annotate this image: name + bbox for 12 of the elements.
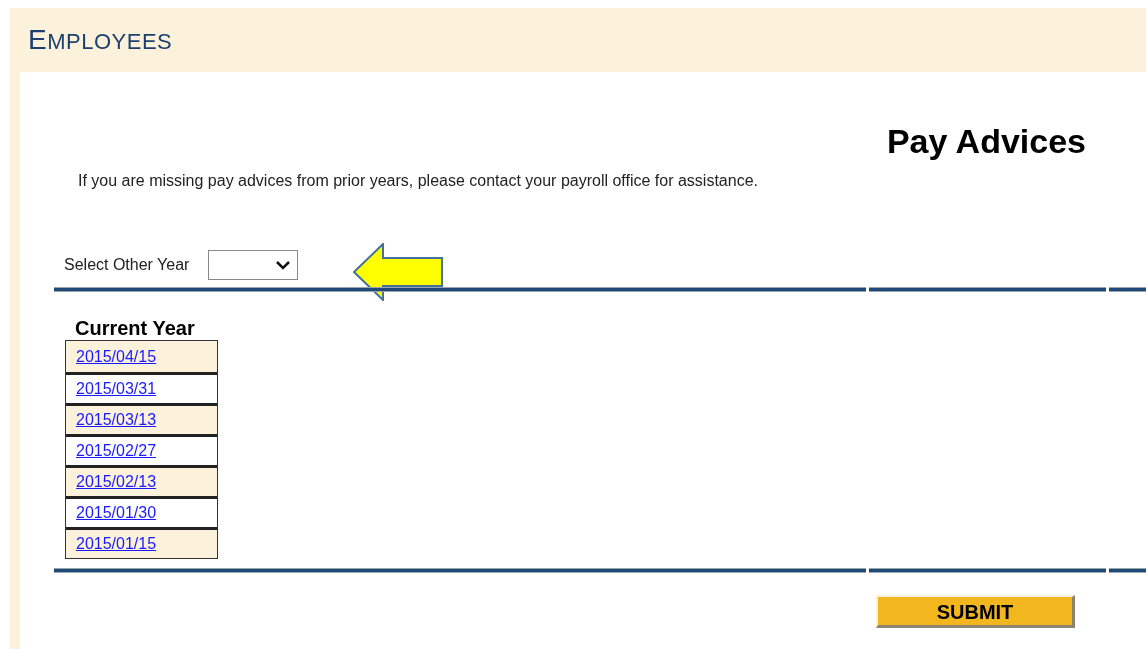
pay-date-link[interactable]: 2015/01/30 (76, 501, 157, 525)
arrow-icon (353, 243, 446, 301)
section-title: EMPLOYEES (28, 23, 173, 57)
notice-text: If you are missing pay advices from prior years, please contact your payroll office for assistance. (78, 171, 759, 191)
column-heading: Current Year (75, 316, 196, 340)
page-title: Pay Advices (886, 121, 1086, 162)
pay-date-link[interactable]: 2015/02/27 (76, 439, 157, 463)
pay-date-link[interactable]: 2015/03/31 (76, 377, 157, 401)
select-label: Select Other Year (64, 255, 190, 275)
submit-button[interactable]: SUBMIT (876, 595, 1075, 628)
chevron-down-icon (275, 260, 292, 270)
year-dropdown[interactable] (208, 250, 299, 280)
